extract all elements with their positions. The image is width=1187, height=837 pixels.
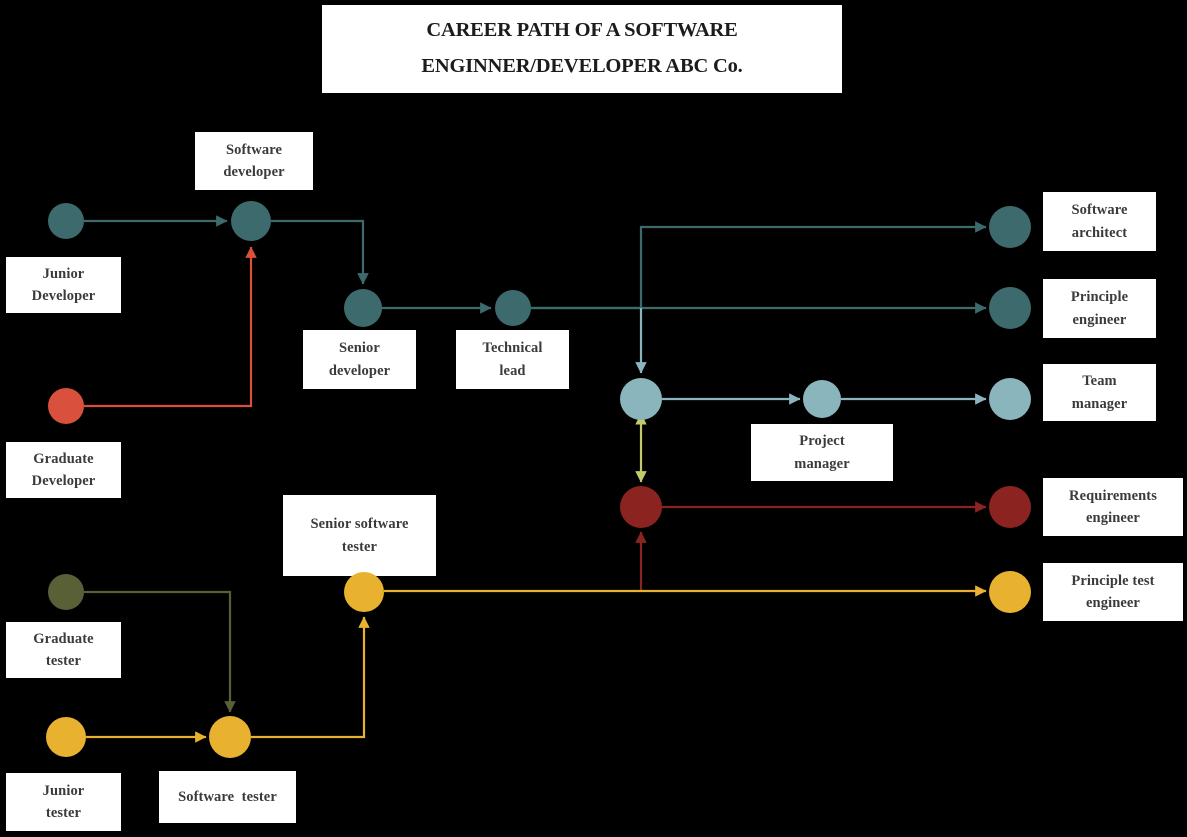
graduate-tester-label-line-2: tester [45, 653, 82, 669]
principle-test-engineer-label: Principle test engineer [1043, 563, 1183, 621]
node-senior-software-tester[interactable] [344, 572, 384, 612]
principle-engineer-label: Principle engineer [1043, 279, 1156, 338]
senior-developer-label-line-2: developer [328, 362, 391, 379]
node-requirements-engineer[interactable] [989, 486, 1031, 528]
graduate-tester-label-line-1: Graduate [33, 630, 94, 647]
team-manager-label-line-1: Team [1082, 373, 1117, 390]
senior-developer-label: Senior developer [303, 330, 416, 389]
edge-technical-lead-to-software-architect [531, 221, 987, 310]
graduate-tester-label: Graduate tester [6, 622, 121, 678]
team-manager-label-line-2: manager [1071, 395, 1128, 412]
software-tester-label: Software tester [159, 771, 296, 823]
title-line-1: CAREER PATH OF A SOFTWARE [426, 19, 738, 42]
junior-developer-label-line-1: Junior [42, 265, 85, 282]
node-senior-developer[interactable] [344, 289, 382, 327]
graduate-developer-label-line-2: Developer [31, 473, 96, 489]
software-developer-label-line-1: Software [225, 141, 283, 158]
edge-software-developer-to-senior-developer [271, 219, 369, 285]
node-requirements-mid[interactable] [620, 486, 662, 528]
node-project-manager[interactable] [803, 380, 841, 418]
node-technical-lead[interactable] [495, 290, 531, 326]
node-junior-developer[interactable] [48, 203, 84, 239]
node-software-tester[interactable] [209, 716, 251, 758]
technical-lead-label-line-2: lead [499, 362, 526, 379]
requirements-engineer-label-line-2: engineer [1086, 510, 1140, 526]
title-line-2: ENGINNER/DEVELOPER ABC Co. [421, 55, 743, 77]
edge-software-tester-to-senior-software-tester [251, 616, 370, 739]
software-developer-label-line-2: developer [223, 164, 285, 180]
project-manager-label-line-1: Project [799, 433, 845, 450]
software-developer-label: Software developer [195, 132, 313, 190]
node-software-developer[interactable] [231, 201, 271, 241]
software-tester-label-line-1: Software tester [178, 788, 277, 805]
senior-software-tester-label-line-1: Senior software [310, 516, 409, 533]
senior-developer-label-line-1: Senior [339, 340, 380, 357]
team-manager-label: Team manager [1043, 364, 1156, 421]
node-project-manager-mid[interactable] [620, 378, 662, 420]
software-architect-label: Software architect [1043, 192, 1156, 251]
junior-developer-label-line-2: Developer [31, 288, 96, 304]
junior-tester-label-line-1: Junior [42, 782, 85, 799]
senior-software-tester-label-line-2: tester [341, 538, 378, 555]
principle-engineer-label-line-1: Principle [1070, 289, 1129, 306]
technical-lead-label: Technical lead [456, 330, 569, 389]
software-architect-label-line-2: architect [1071, 224, 1128, 241]
node-junior-tester[interactable] [46, 717, 86, 757]
project-manager-label: Project manager [751, 424, 893, 481]
junior-tester-label-line-2: tester [45, 805, 82, 821]
technical-lead-label-line-1: Technical [482, 340, 543, 357]
software-architect-label-line-1: Software [1071, 202, 1128, 219]
junior-developer-label: Junior Developer [6, 257, 121, 313]
junior-tester-label: Junior tester [6, 773, 121, 831]
graduate-developer-label-line-1: Graduate [33, 450, 94, 467]
node-principle-engineer[interactable] [989, 287, 1031, 329]
graduate-developer-label: Graduate Developer [6, 442, 121, 498]
project-manager-label-line-2: manager [794, 455, 850, 472]
node-graduate-tester[interactable] [48, 574, 84, 610]
node-team-manager[interactable] [989, 378, 1031, 420]
requirements-engineer-label-line-1: Requirements [1069, 487, 1157, 504]
node-software-architect[interactable] [989, 206, 1031, 248]
career-path-diagram: CAREER PATH OF A SOFTWARE ENGINNER/DEVEL… [0, 0, 1187, 837]
principle-test-engineer-label-line-1: Principle test [1071, 572, 1155, 589]
requirements-engineer-label: Requirements engineer [1043, 478, 1183, 536]
principle-engineer-label-line-2: engineer [1072, 311, 1127, 328]
principle-test-engineer-label-line-2: engineer [1086, 595, 1140, 611]
senior-software-tester-label: Senior software tester [283, 495, 436, 576]
diagram-title: CAREER PATH OF A SOFTWARE ENGINNER/DEVEL… [322, 5, 842, 93]
node-graduate-developer[interactable] [48, 388, 84, 424]
node-principle-test-engineer[interactable] [989, 571, 1031, 613]
